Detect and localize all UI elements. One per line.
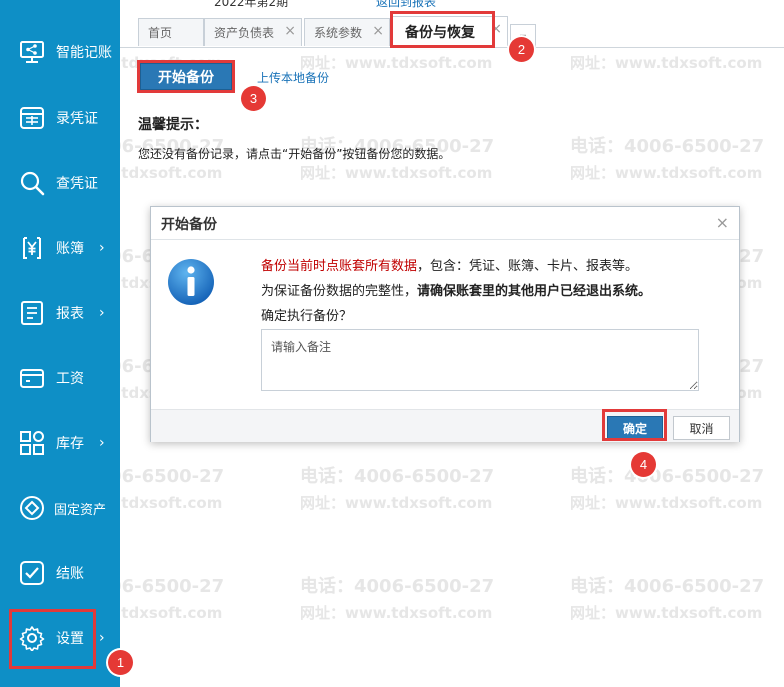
sidebar-item-payroll[interactable]: 工资: [0, 348, 120, 408]
sidebar-item-ledger[interactable]: 账簿 ›: [0, 218, 120, 278]
cancel-button[interactable]: 取消: [673, 416, 730, 440]
sidebar: 智能记账 录凭证 查凭证 账簿 › 报表 › 工资 库存 › 固定资产 结账 设…: [0, 0, 120, 687]
close-icon[interactable]: ×: [284, 23, 296, 39]
chevron-right-icon: ›: [99, 435, 105, 451]
tab-bar: 首页 资产负债表 × 系统参数 × 备份与恢复 × ▼: [120, 10, 784, 50]
period-label: 2022年第2期: [214, 0, 289, 9]
top-strip: 2022年第2期 返回到报表: [120, 0, 784, 10]
watermark-site: 网址：www.tdxsoft.com: [570, 494, 763, 512]
watermark-phone: 电话：4006-6500-27: [570, 576, 765, 597]
checkbox-icon: [18, 559, 46, 587]
start-backup-button[interactable]: 开始备份: [140, 63, 232, 90]
search-icon: [18, 169, 46, 197]
grid-boxes-icon: [18, 429, 46, 457]
tip-title: 温馨提示：: [138, 117, 208, 133]
watermark-site: 网址：www.tdxsoft.com: [300, 494, 493, 512]
sidebar-item-label: 工资: [56, 371, 84, 387]
step-badge-1: 1: [108, 650, 133, 675]
tab-backup-restore[interactable]: 备份与恢复 ×: [392, 16, 508, 46]
confirm-button[interactable]: 确定: [607, 416, 663, 440]
close-icon[interactable]: ×: [716, 213, 729, 232]
sidebar-item-voucher-query[interactable]: 查凭证: [0, 153, 120, 213]
sidebar-item-label: 结账: [56, 566, 84, 582]
watermark-site: 网址：www.tdxsoft.com: [570, 164, 763, 182]
gear-icon: [18, 624, 46, 652]
voucher-entry-icon: [18, 104, 46, 132]
watermark-phone: 电话：4006-6500-27: [300, 576, 495, 597]
sidebar-item-label: 报表: [56, 306, 84, 322]
tab-system-params[interactable]: 系统参数 ×: [304, 18, 390, 46]
tab-label: 系统参数: [314, 26, 363, 40]
sidebar-item-reports[interactable]: 报表 ›: [0, 283, 120, 343]
dialog-line-1: 备份当前时点账套所有数据，包含：凭证、账簿、卡片、报表等。: [261, 255, 638, 274]
step-badge-3: 3: [241, 86, 266, 111]
step-badge-2: 2: [509, 37, 534, 62]
wallet-icon: [18, 364, 46, 392]
dialog-footer: 确定 取消: [151, 409, 739, 442]
chevron-right-icon: ›: [99, 630, 105, 646]
back-to-report-link[interactable]: 返回到报表: [376, 0, 436, 10]
watermark-site: 网址：www.tdxsoft.com: [300, 604, 493, 622]
sidebar-item-label: 固定资产: [54, 502, 107, 518]
tab-label: 资产负债表: [214, 26, 275, 40]
dialog-text: 为保证备份数据的完整性，: [261, 284, 418, 299]
sidebar-item-label: 设置: [56, 631, 84, 647]
backup-note-input[interactable]: [261, 329, 699, 391]
dialog-title: 开始备份: [161, 217, 217, 233]
dialog-line-2: 为保证备份数据的完整性，请确保账套里的其他用户已经退出系统。: [261, 280, 651, 299]
backup-dialog: 开始备份 × 备份当前时点账套所有数据，包含：凭证、账簿、卡片、报表等。 为保证…: [150, 206, 740, 442]
sidebar-item-closing[interactable]: 结账: [0, 543, 120, 603]
share-monitor-icon: [18, 38, 46, 66]
chevron-right-icon: ›: [99, 240, 105, 256]
tab-label: 首页: [148, 26, 173, 40]
close-icon[interactable]: ×: [372, 23, 384, 39]
chevron-right-icon: ›: [99, 305, 105, 321]
dialog-header: 开始备份 ×: [151, 207, 739, 240]
yen-book-icon: [18, 234, 46, 262]
info-icon: [166, 257, 216, 307]
warning-text: 备份当前时点账套所有数据: [261, 259, 418, 274]
dialog-text: ，包含：凭证、账簿、卡片、报表等。: [417, 259, 639, 274]
diamond-asset-icon: [18, 494, 46, 522]
report-list-icon: [18, 299, 46, 327]
upload-local-backup-link[interactable]: 上传本地备份: [257, 69, 329, 86]
sidebar-item-label: 查凭证: [56, 176, 98, 192]
sidebar-item-label: 录凭证: [56, 111, 98, 127]
watermark-site: 网址：www.tdxsoft.com: [300, 164, 493, 182]
sidebar-item-smart-bookkeeping[interactable]: 智能记账: [0, 22, 120, 82]
sidebar-item-inventory[interactable]: 库存 ›: [0, 413, 120, 473]
tab-label: 备份与恢复: [405, 24, 475, 41]
watermark-phone: 电话：4006-6500-27: [570, 466, 765, 487]
tab-home[interactable]: 首页: [138, 18, 204, 46]
watermark-phone: 电话：4006-6500-27: [570, 136, 765, 157]
tab-balance-sheet[interactable]: 资产负债表 ×: [204, 18, 302, 46]
watermark-phone: 电话：4006-6500-27: [300, 466, 495, 487]
close-icon[interactable]: ×: [490, 21, 502, 37]
sidebar-item-voucher-entry[interactable]: 录凭证: [0, 88, 120, 148]
dialog-line-3: 确定执行备份？: [261, 309, 353, 324]
sidebar-item-settings[interactable]: 设置 ›: [0, 608, 120, 668]
sidebar-item-label: 账簿: [56, 241, 84, 257]
watermark-site: 网址：www.tdxsoft.com: [570, 604, 763, 622]
dialog-bold-text: 请确保账套里的其他用户已经退出系统。: [417, 284, 652, 299]
sidebar-item-label: 智能记账: [56, 45, 112, 61]
tip-text: 您还没有备份记录，请点击“开始备份”按钮备份您的数据。: [138, 147, 451, 161]
watermark-site: 网址：www.tdxsoft.com: [570, 54, 763, 72]
step-badge-4: 4: [631, 452, 656, 477]
sidebar-item-label: 库存: [56, 436, 84, 452]
sidebar-item-fixed-assets[interactable]: 固定资产: [0, 478, 120, 538]
